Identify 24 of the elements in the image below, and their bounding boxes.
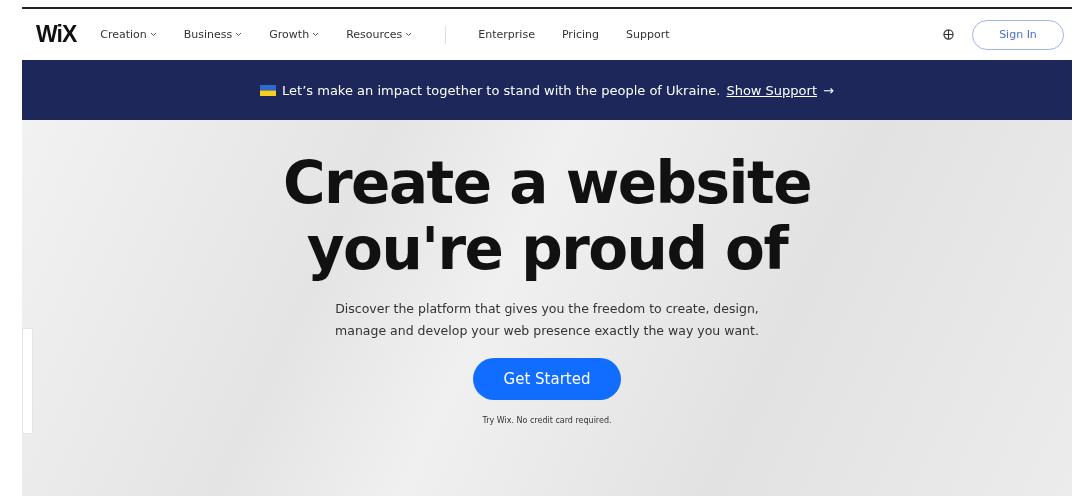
get-started-button[interactable]: Get Started [473, 358, 621, 400]
globe-icon[interactable] [943, 29, 954, 40]
chevron-icon [312, 32, 320, 37]
chevron-icon [405, 32, 413, 37]
chevron-icon [235, 32, 243, 37]
logo[interactable]: WiX [36, 21, 77, 48]
hero-note: Try Wix. No credit card required. [482, 416, 612, 425]
hero-subtitle: Discover the platform that gives you the freedom to create, design, [335, 300, 759, 318]
chevron-icon [149, 32, 157, 37]
nav-link[interactable]: Pricing [561, 28, 599, 41]
sign-in-button[interactable]: Sign In [972, 19, 1064, 50]
nav-link[interactable]: Support [626, 28, 670, 41]
hero-title: you're proud of [306, 216, 788, 282]
nav-link[interactable]: Business [183, 28, 243, 41]
arrow-glyph: → [823, 82, 834, 98]
hero-subtitle: manage and develop your web presence exactly the way you want. [335, 322, 759, 340]
flag-icon [260, 84, 277, 96]
nav-link[interactable]: Creation [100, 28, 157, 41]
hero-title: Create a website [282, 150, 812, 216]
nav-link[interactable]: Growth [269, 28, 320, 41]
nav-link[interactable]: Enterprise [478, 28, 535, 41]
show-support-link[interactable]: Show Support [726, 82, 817, 98]
nav-link[interactable]: Resources [346, 28, 413, 41]
banner-text: Let’s make an impact together to stand with the people of Ukraine. [282, 82, 721, 98]
